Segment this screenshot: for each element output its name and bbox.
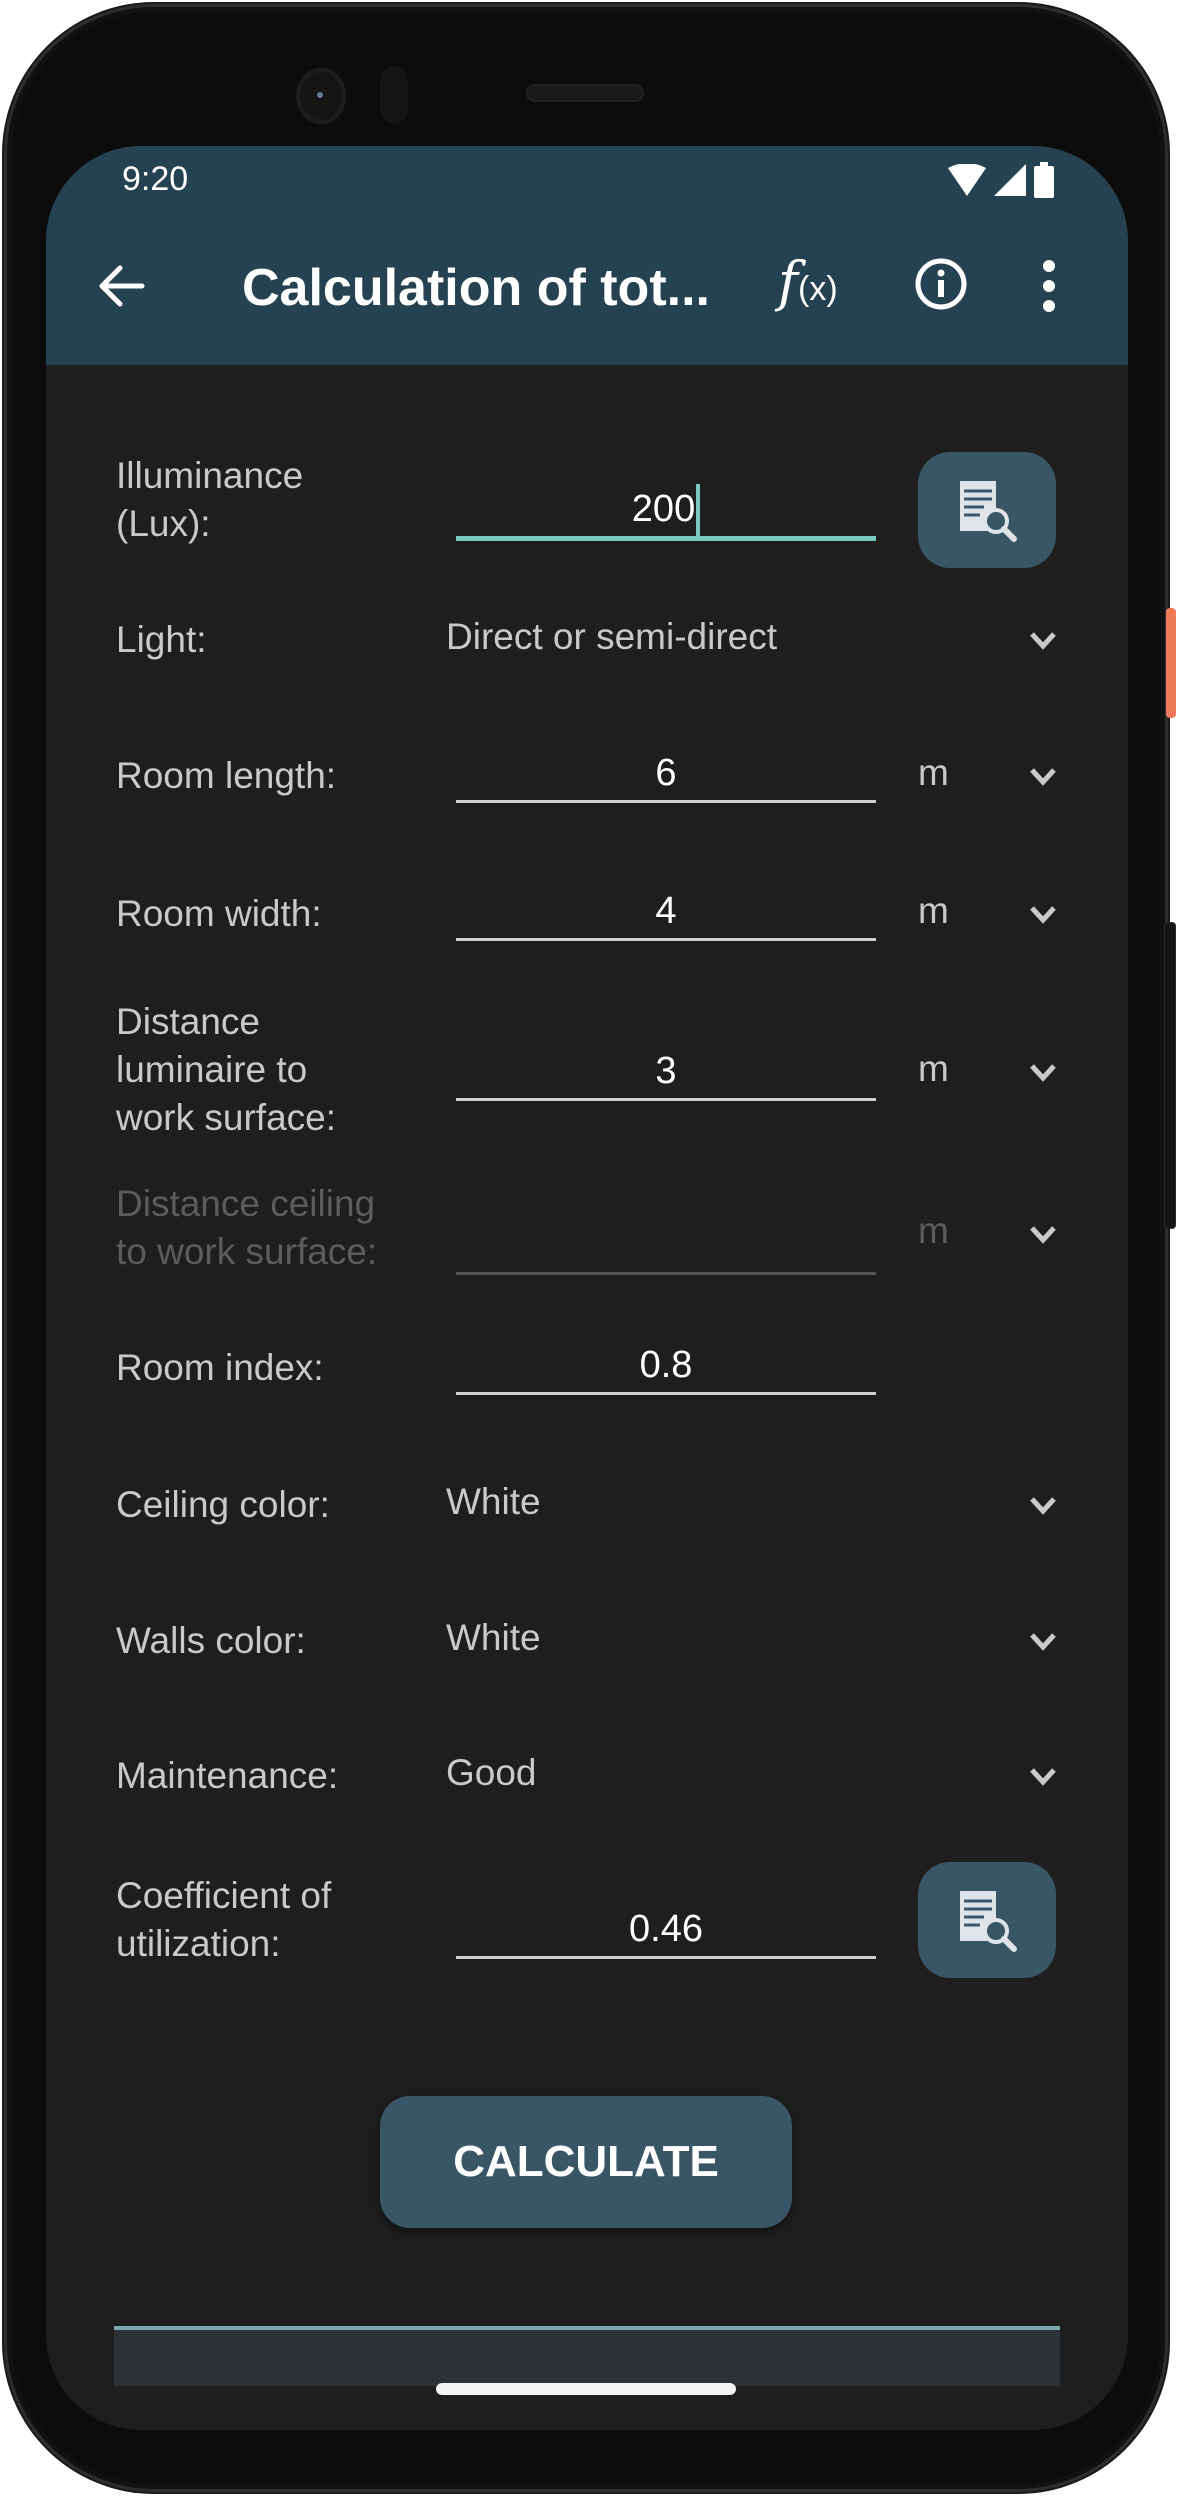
- coefficient-label: Coefficient of utilization:: [116, 1875, 332, 1964]
- power-button: [1166, 608, 1176, 718]
- table-search-icon: [960, 481, 1017, 542]
- room-width-input[interactable]: 4: [456, 884, 876, 941]
- distance-ceiling-label: Distance ceiling to work surface:: [116, 1183, 378, 1272]
- ceiling-color-label: Ceiling color:: [116, 1484, 330, 1525]
- chevron-down-icon[interactable]: [1026, 1495, 1060, 1517]
- room-width-unit[interactable]: m: [918, 890, 949, 932]
- room-index-input[interactable]: 0.8: [456, 1338, 876, 1395]
- distance-ceiling-unit: m: [918, 1210, 949, 1251]
- sensor: [380, 66, 408, 124]
- ceiling-color-select[interactable]: White: [446, 1481, 541, 1523]
- maintenance-label: Maintenance:: [116, 1755, 339, 1796]
- wifi-icon: [948, 164, 986, 196]
- distance-ceiling-input: [456, 1218, 876, 1275]
- table-search-icon: [960, 1891, 1017, 1952]
- room-length-label: Room length:: [116, 755, 337, 796]
- formula-icon: f: [778, 250, 798, 313]
- home-indicator[interactable]: [436, 2383, 736, 2395]
- room-index-label: Room index:: [116, 1347, 324, 1388]
- coefficient-lookup-button[interactable]: [918, 1862, 1056, 1978]
- chevron-down-icon[interactable]: [1026, 1224, 1060, 1246]
- status-icons: [948, 162, 1054, 198]
- light-select[interactable]: Direct or semi-direct: [446, 616, 777, 658]
- chevron-down-icon[interactable]: [1026, 766, 1060, 788]
- status-time: 9:20: [122, 160, 189, 198]
- result-panel: [114, 2326, 1060, 2386]
- signal-icon: [994, 164, 1026, 196]
- arrow-left-icon[interactable]: [92, 256, 152, 316]
- walls-color-select[interactable]: White: [446, 1617, 541, 1659]
- text-cursor: [696, 483, 701, 538]
- walls-color-label: Walls color:: [116, 1620, 306, 1661]
- light-label: Light:: [116, 619, 207, 660]
- distance-luminaire-input[interactable]: 3: [456, 1044, 876, 1101]
- room-length-unit[interactable]: m: [918, 752, 949, 794]
- volume-button: [1164, 922, 1176, 1229]
- info-icon[interactable]: [915, 258, 967, 310]
- chevron-down-icon[interactable]: [1026, 1766, 1060, 1788]
- battery-icon: [1034, 162, 1054, 198]
- screen: 9:20 Calculation of tot... f(x) Illumina…: [46, 146, 1128, 2430]
- more-vert-icon[interactable]: [1034, 258, 1064, 314]
- formula-button[interactable]: f(x): [778, 250, 838, 313]
- page-title: Calculation of tot...: [242, 259, 710, 317]
- maintenance-select[interactable]: Good: [446, 1752, 537, 1794]
- illuminance-label: Illuminance (Lux):: [116, 455, 304, 544]
- earpiece-speaker: [526, 84, 644, 102]
- coefficient-input[interactable]: 0.46: [456, 1902, 876, 1959]
- app-bar: 9:20 Calculation of tot... f(x): [46, 146, 1128, 365]
- chevron-down-icon[interactable]: [1026, 904, 1060, 926]
- illuminance-lookup-button[interactable]: [918, 452, 1056, 568]
- front-camera: [296, 68, 346, 124]
- calculate-button[interactable]: CALCULATE: [380, 2096, 792, 2228]
- chevron-down-icon[interactable]: [1026, 1631, 1060, 1653]
- room-width-label: Room width:: [116, 893, 322, 934]
- illuminance-input[interactable]: 200: [456, 482, 876, 541]
- chevron-down-icon[interactable]: [1026, 630, 1060, 652]
- chevron-down-icon[interactable]: [1026, 1062, 1060, 1084]
- distance-luminaire-label: Distance luminaire to work surface:: [116, 1001, 337, 1138]
- distance-luminaire-unit[interactable]: m: [918, 1048, 949, 1090]
- room-length-input[interactable]: 6: [456, 746, 876, 803]
